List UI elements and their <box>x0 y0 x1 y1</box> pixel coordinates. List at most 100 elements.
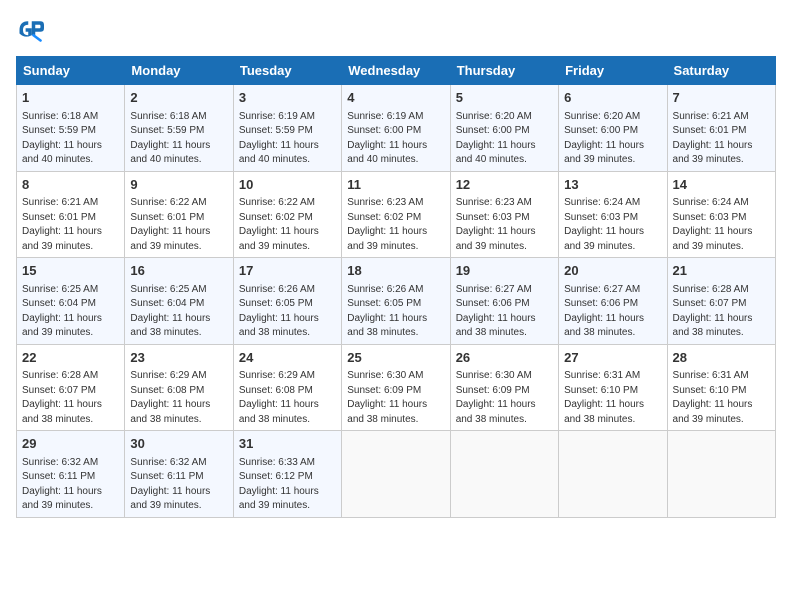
day-info: Sunrise: 6:32 AMSunset: 6:11 PMDaylight:… <box>22 457 102 512</box>
dow-header-cell: Wednesday <box>342 57 450 85</box>
day-number: 9 <box>130 176 227 194</box>
day-number: 27 <box>564 349 661 367</box>
calendar-day-cell: 10 Sunrise: 6:22 AMSunset: 6:02 PMDayligh… <box>233 171 341 258</box>
dow-header-cell: Saturday <box>667 57 775 85</box>
calendar-day-cell: 2 Sunrise: 6:18 AMSunset: 5:59 PMDaylight… <box>125 85 233 172</box>
dow-header-cell: Sunday <box>17 57 125 85</box>
day-number: 14 <box>673 176 770 194</box>
day-number: 24 <box>239 349 336 367</box>
day-info: Sunrise: 6:20 AMSunset: 6:00 PMDaylight:… <box>456 111 536 166</box>
day-number: 23 <box>130 349 227 367</box>
day-number: 20 <box>564 262 661 280</box>
calendar-day-cell: 24 Sunrise: 6:29 AMSunset: 6:08 PMDayligh… <box>233 344 341 431</box>
day-info: Sunrise: 6:21 AMSunset: 6:01 PMDaylight:… <box>22 197 102 252</box>
day-info: Sunrise: 6:25 AMSunset: 6:04 PMDaylight:… <box>130 284 210 339</box>
calendar-day-cell <box>450 431 558 518</box>
day-number: 16 <box>130 262 227 280</box>
dow-header-cell: Friday <box>559 57 667 85</box>
day-info: Sunrise: 6:27 AMSunset: 6:06 PMDaylight:… <box>456 284 536 339</box>
calendar-week-row: 29 Sunrise: 6:32 AMSunset: 6:11 PMDayligh… <box>17 431 776 518</box>
day-of-week-header: SundayMondayTuesdayWednesdayThursdayFrid… <box>17 57 776 85</box>
day-info: Sunrise: 6:26 AMSunset: 6:05 PMDaylight:… <box>239 284 319 339</box>
day-number: 15 <box>22 262 119 280</box>
day-info: Sunrise: 6:32 AMSunset: 6:11 PMDaylight:… <box>130 457 210 512</box>
day-info: Sunrise: 6:28 AMSunset: 6:07 PMDaylight:… <box>22 370 102 425</box>
day-number: 10 <box>239 176 336 194</box>
calendar-day-cell: 9 Sunrise: 6:22 AMSunset: 6:01 PMDaylight… <box>125 171 233 258</box>
calendar-day-cell: 11 Sunrise: 6:23 AMSunset: 6:02 PMDayligh… <box>342 171 450 258</box>
calendar-day-cell: 12 Sunrise: 6:23 AMSunset: 6:03 PMDayligh… <box>450 171 558 258</box>
calendar-day-cell: 1 Sunrise: 6:18 AMSunset: 5:59 PMDaylight… <box>17 85 125 172</box>
logo <box>16 16 48 44</box>
day-number: 29 <box>22 435 119 453</box>
calendar-day-cell: 15 Sunrise: 6:25 AMSunset: 6:04 PMDayligh… <box>17 258 125 345</box>
day-info: Sunrise: 6:25 AMSunset: 6:04 PMDaylight:… <box>22 284 102 339</box>
calendar-day-cell: 31 Sunrise: 6:33 AMSunset: 6:12 PMDayligh… <box>233 431 341 518</box>
calendar-week-row: 15 Sunrise: 6:25 AMSunset: 6:04 PMDayligh… <box>17 258 776 345</box>
calendar-day-cell: 28Sunrise: 6:31 AMSunset: 6:10 PMDayligh… <box>667 344 775 431</box>
day-info: Sunrise: 6:18 AMSunset: 5:59 PMDaylight:… <box>130 111 210 166</box>
day-number: 21 <box>673 262 770 280</box>
day-number: 2 <box>130 89 227 107</box>
calendar-day-cell: 26 Sunrise: 6:30 AMSunset: 6:09 PMDayligh… <box>450 344 558 431</box>
calendar-day-cell: 16 Sunrise: 6:25 AMSunset: 6:04 PMDayligh… <box>125 258 233 345</box>
page-header <box>16 16 776 44</box>
calendar-day-cell: 13 Sunrise: 6:24 AMSunset: 6:03 PMDayligh… <box>559 171 667 258</box>
day-number: 8 <box>22 176 119 194</box>
day-number: 31 <box>239 435 336 453</box>
day-info: Sunrise: 6:23 AMSunset: 6:02 PMDaylight:… <box>347 197 427 252</box>
calendar-day-cell <box>342 431 450 518</box>
calendar-day-cell: 3Sunrise: 6:19 AMSunset: 5:59 PMDaylight… <box>233 85 341 172</box>
day-number: 26 <box>456 349 553 367</box>
day-number: 12 <box>456 176 553 194</box>
day-number: 5 <box>456 89 553 107</box>
dow-header-cell: Thursday <box>450 57 558 85</box>
day-number: 6 <box>564 89 661 107</box>
day-info: Sunrise: 6:29 AMSunset: 6:08 PMDaylight:… <box>239 370 319 425</box>
day-info: Sunrise: 6:19 AMSunset: 5:59 PMDaylight:… <box>239 111 319 166</box>
calendar-day-cell: 22 Sunrise: 6:28 AMSunset: 6:07 PMDayligh… <box>17 344 125 431</box>
day-info: Sunrise: 6:31 AMSunset: 6:10 PMDaylight:… <box>564 370 644 425</box>
day-info: Sunrise: 6:30 AMSunset: 6:09 PMDaylight:… <box>456 370 536 425</box>
day-number: 25 <box>347 349 444 367</box>
calendar-day-cell: 6 Sunrise: 6:20 AMSunset: 6:00 PMDaylight… <box>559 85 667 172</box>
day-info: Sunrise: 6:27 AMSunset: 6:06 PMDaylight:… <box>564 284 644 339</box>
day-info: Sunrise: 6:19 AMSunset: 6:00 PMDaylight:… <box>347 111 427 166</box>
day-info: Sunrise: 6:22 AMSunset: 6:02 PMDaylight:… <box>239 197 319 252</box>
logo-icon <box>16 16 44 44</box>
calendar-day-cell: 21 Sunrise: 6:28 AMSunset: 6:07 PMDayligh… <box>667 258 775 345</box>
day-number: 17 <box>239 262 336 280</box>
day-info: Sunrise: 6:23 AMSunset: 6:03 PMDaylight:… <box>456 197 536 252</box>
day-number: 18 <box>347 262 444 280</box>
day-info: Sunrise: 6:30 AMSunset: 6:09 PMDaylight:… <box>347 370 427 425</box>
day-info: Sunrise: 6:24 AMSunset: 6:03 PMDaylight:… <box>673 197 753 252</box>
calendar-day-cell: 20 Sunrise: 6:27 AMSunset: 6:06 PMDayligh… <box>559 258 667 345</box>
dow-header-cell: Tuesday <box>233 57 341 85</box>
calendar-day-cell: 14 Sunrise: 6:24 AMSunset: 6:03 PMDayligh… <box>667 171 775 258</box>
day-info: Sunrise: 6:28 AMSunset: 6:07 PMDaylight:… <box>673 284 753 339</box>
calendar-week-row: 8 Sunrise: 6:21 AMSunset: 6:01 PMDaylight… <box>17 171 776 258</box>
calendar-day-cell <box>667 431 775 518</box>
day-info: Sunrise: 6:18 AMSunset: 5:59 PMDaylight:… <box>22 111 102 166</box>
calendar-day-cell: 30Sunrise: 6:32 AMSunset: 6:11 PMDayligh… <box>125 431 233 518</box>
calendar-week-row: 22 Sunrise: 6:28 AMSunset: 6:07 PMDayligh… <box>17 344 776 431</box>
day-number: 22 <box>22 349 119 367</box>
day-number: 11 <box>347 176 444 194</box>
day-info: Sunrise: 6:33 AMSunset: 6:12 PMDaylight:… <box>239 457 319 512</box>
calendar-day-cell: 27 Sunrise: 6:31 AMSunset: 6:10 PMDayligh… <box>559 344 667 431</box>
day-number: 1 <box>22 89 119 107</box>
day-number: 7 <box>673 89 770 107</box>
day-info: Sunrise: 6:22 AMSunset: 6:01 PMDaylight:… <box>130 197 210 252</box>
calendar-day-cell: 5 Sunrise: 6:20 AMSunset: 6:00 PMDaylight… <box>450 85 558 172</box>
day-number: 13 <box>564 176 661 194</box>
day-info: Sunrise: 6:24 AMSunset: 6:03 PMDaylight:… <box>564 197 644 252</box>
calendar-table: SundayMondayTuesdayWednesdayThursdayFrid… <box>16 56 776 518</box>
calendar-body: 1 Sunrise: 6:18 AMSunset: 5:59 PMDaylight… <box>17 85 776 518</box>
day-number: 4 <box>347 89 444 107</box>
calendar-day-cell: 4 Sunrise: 6:19 AMSunset: 6:00 PMDaylight… <box>342 85 450 172</box>
calendar-day-cell: 17 Sunrise: 6:26 AMSunset: 6:05 PMDayligh… <box>233 258 341 345</box>
dow-header-cell: Monday <box>125 57 233 85</box>
calendar-day-cell <box>559 431 667 518</box>
day-info: Sunrise: 6:20 AMSunset: 6:00 PMDaylight:… <box>564 111 644 166</box>
day-info: Sunrise: 6:29 AMSunset: 6:08 PMDaylight:… <box>130 370 210 425</box>
